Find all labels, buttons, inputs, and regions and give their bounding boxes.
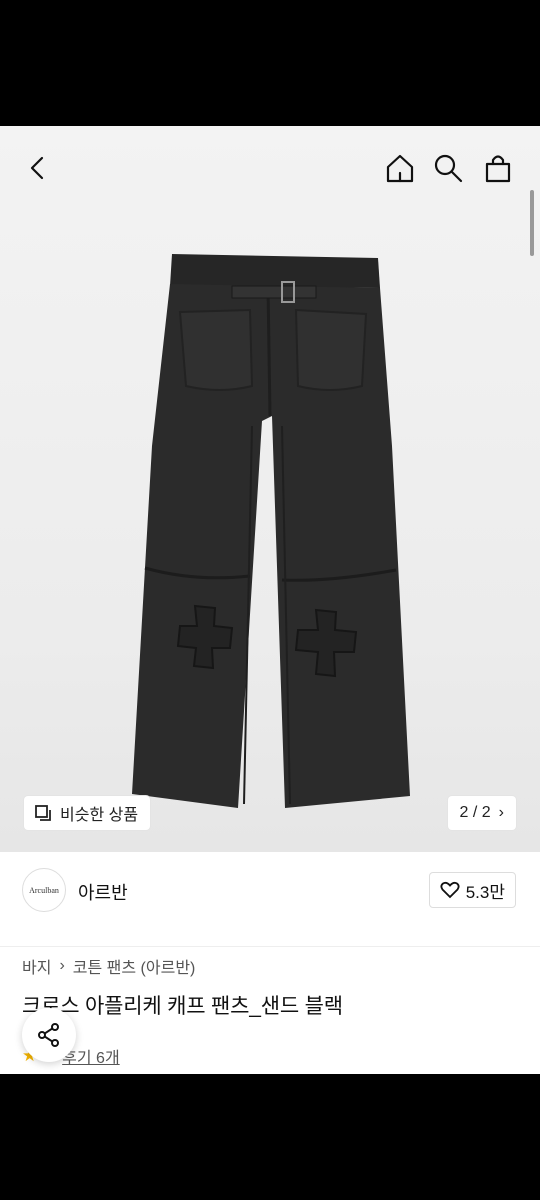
- product-gallery[interactable]: 비슷한 상품 2 / 2 ›: [0, 126, 540, 852]
- product-detail-screen: 비슷한 상품 2 / 2 › Arculban 아르반 5.3만 바지 › 코튼…: [0, 126, 540, 1074]
- search-button[interactable]: [428, 148, 468, 188]
- home-button[interactable]: [380, 148, 420, 188]
- similar-products-label: 비슷한 상품: [60, 807, 139, 824]
- heart-icon: [440, 881, 460, 899]
- brand-name[interactable]: 아르반: [78, 879, 128, 905]
- pager-text: 2 / 2: [459, 804, 491, 821]
- similar-items-icon: [35, 805, 51, 821]
- shopping-bag-icon: [485, 155, 511, 183]
- top-navigation-bar: [0, 126, 540, 210]
- breadcrumb: 바지 › 코튼 팬츠 (아르반): [22, 954, 195, 978]
- share-icon: [38, 1023, 59, 1047]
- like-count: 5.3만: [465, 882, 505, 902]
- cart-button[interactable]: [478, 148, 518, 188]
- similar-products-button[interactable]: 비슷한 상품: [24, 796, 151, 830]
- search-icon: [434, 154, 463, 183]
- like-button[interactable]: 5.3만: [428, 872, 516, 908]
- brand-row: Arculban 아르반 5.3만: [0, 852, 540, 947]
- scrollbar[interactable]: [530, 190, 534, 256]
- breadcrumb-category[interactable]: 바지: [22, 954, 51, 978]
- home-icon: [386, 154, 414, 183]
- back-button[interactable]: [18, 148, 58, 188]
- breadcrumb-separator: ›: [59, 957, 65, 974]
- image-pager[interactable]: 2 / 2 ›: [447, 796, 516, 830]
- brand-logo[interactable]: Arculban: [22, 868, 66, 912]
- chevron-right-icon: ›: [498, 804, 504, 821]
- share-button[interactable]: [22, 1008, 76, 1062]
- back-arrow-icon: [30, 156, 44, 180]
- breadcrumb-subcategory[interactable]: 코튼 팬츠 (아르반): [73, 954, 196, 978]
- product-image: [132, 254, 410, 808]
- product-title: 크로스 아플리케 캐프 팬츠_샌드 블랙: [22, 995, 343, 1018]
